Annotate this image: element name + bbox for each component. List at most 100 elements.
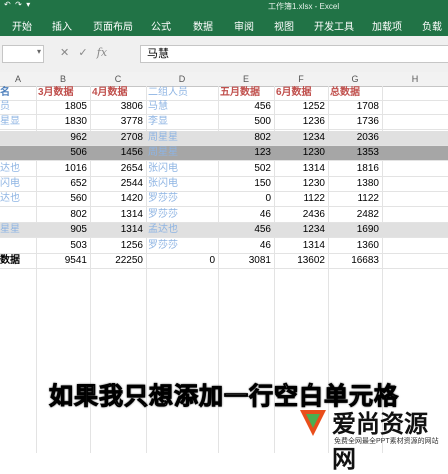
table-cell[interactable]: 500 (218, 115, 274, 129)
table-cell[interactable]: 0 (218, 192, 274, 206)
header-cell[interactable]: 6月数据 (276, 86, 328, 100)
total-cell[interactable]: 9541 (36, 254, 90, 268)
table-cell[interactable]: 周星星 (148, 131, 218, 145)
table-cell[interactable]: 1234 (274, 131, 328, 145)
tab-review[interactable]: 审阅 (234, 18, 254, 33)
table-cell[interactable]: 962 (36, 131, 90, 145)
table-cell[interactable]: 1690 (328, 223, 382, 237)
table-cell[interactable]: 2482 (328, 208, 382, 222)
table-cell[interactable]: 1230 (274, 146, 328, 160)
cancel-icon[interactable]: ✕ (60, 47, 69, 59)
table-cell[interactable]: 1456 (90, 146, 146, 160)
table-cell[interactable] (0, 208, 36, 222)
header-cell[interactable]: 二组人员 (148, 86, 218, 100)
header-cell[interactable]: 五月数据 (220, 86, 274, 100)
table-cell[interactable]: 1122 (274, 192, 328, 206)
table-cell[interactable]: 46 (218, 239, 274, 253)
total-cell[interactable]: 13602 (274, 254, 328, 268)
col-header-g[interactable]: G (328, 72, 383, 87)
table-row[interactable]: 达也 560 1420 罗莎莎 0 1122 1122 (0, 192, 448, 208)
table-cell[interactable]: 1314 (90, 223, 146, 237)
table-cell[interactable]: 1360 (328, 239, 382, 253)
table-cell[interactable]: 3806 (90, 100, 146, 114)
table-cell[interactable]: 2036 (328, 131, 382, 145)
table-row[interactable]: 506 1456 周星星 123 1230 1353 (0, 146, 448, 162)
table-cell[interactable]: 1314 (274, 162, 328, 176)
tab-insert[interactable]: 插入 (52, 18, 72, 33)
table-cell[interactable]: 905 (36, 223, 90, 237)
tab-formulas[interactable]: 公式 (151, 18, 171, 33)
table-cell[interactable] (0, 131, 36, 145)
table-cell[interactable]: 1256 (90, 239, 146, 253)
table-row[interactable]: 802 1314 罗莎莎 46 2436 2482 (0, 208, 448, 223)
tab-home[interactable]: 开始 (12, 18, 32, 33)
name-box[interactable]: ▾ (2, 45, 44, 63)
table-cell[interactable]: 员 (0, 100, 36, 114)
table-cell[interactable]: 1314 (274, 239, 328, 253)
table-cell[interactable]: 星星 (0, 223, 36, 237)
table-cell[interactable]: 1234 (274, 223, 328, 237)
fx-icon[interactable]: fx (97, 46, 107, 59)
table-cell[interactable] (0, 146, 36, 160)
table-row[interactable]: 星星 905 1314 孟达也 456 1234 1690 (0, 223, 448, 239)
table-cell[interactable]: 1380 (328, 177, 382, 191)
total-cell[interactable]: 3081 (218, 254, 274, 268)
tab-data[interactable]: 数据 (193, 18, 213, 33)
table-cell[interactable]: 张闪电 (148, 162, 218, 176)
table-row[interactable]: 员 1805 3806 马慧 456 1252 1708 (0, 100, 448, 115)
formula-input[interactable]: 马慧 (140, 45, 448, 63)
table-row[interactable]: 达也 1016 2654 张闪电 502 1314 1816 (0, 162, 448, 177)
table-cell[interactable]: 560 (36, 192, 90, 206)
table-cell[interactable]: 罗莎莎 (148, 239, 218, 253)
table-cell[interactable]: 503 (36, 239, 90, 253)
table-row[interactable]: 闪电 652 2544 张闪电 150 1230 1380 (0, 177, 448, 192)
table-cell[interactable]: 506 (36, 146, 90, 160)
table-cell[interactable]: 1122 (328, 192, 382, 206)
table-cell[interactable]: 456 (218, 100, 274, 114)
table-cell[interactable]: 802 (218, 131, 274, 145)
table-cell[interactable]: 46 (218, 208, 274, 222)
table-cell[interactable]: 1708 (328, 100, 382, 114)
table-cell[interactable]: 达也 (0, 162, 36, 176)
table-cell[interactable]: 502 (218, 162, 274, 176)
table-row[interactable]: 星显 1830 3778 李显 500 1236 1736 (0, 115, 448, 131)
table-cell[interactable]: 星显 (0, 115, 36, 129)
table-row[interactable]: 962 2708 周星星 802 1234 2036 (0, 130, 448, 146)
table-cell[interactable]: 闪电 (0, 177, 36, 191)
table-cell[interactable]: 652 (36, 177, 90, 191)
table-cell[interactable]: 罗莎莎 (148, 192, 218, 206)
col-header-b[interactable]: B (36, 72, 91, 87)
table-cell[interactable]: 2544 (90, 177, 146, 191)
header-cell[interactable]: 总数据 (330, 86, 382, 100)
table-cell[interactable]: 孟达也 (148, 223, 218, 237)
table-cell[interactable]: 李显 (148, 115, 218, 129)
table-cell[interactable]: 达也 (0, 192, 36, 206)
table-cell[interactable]: 802 (36, 208, 90, 222)
table-cell[interactable]: 1236 (274, 115, 328, 129)
col-header-a[interactable]: A (0, 72, 37, 87)
header-cell-a[interactable]: 名 (0, 86, 36, 100)
header-cell[interactable]: 3月数据 (38, 86, 90, 100)
table-cell[interactable]: 2708 (90, 131, 146, 145)
total-cell[interactable]: 0 (146, 254, 218, 268)
col-header-d[interactable]: D (146, 72, 219, 87)
table-cell[interactable]: 1805 (36, 100, 90, 114)
table-cell[interactable]: 456 (218, 223, 274, 237)
header-cell[interactable]: 4月数据 (92, 86, 146, 100)
table-cell[interactable]: 150 (218, 177, 274, 191)
table-cell[interactable]: 1314 (90, 208, 146, 222)
tab-addins[interactable]: 加载项 (372, 18, 402, 33)
col-header-f[interactable]: F (274, 72, 329, 87)
col-header-e[interactable]: E (218, 72, 275, 87)
table-cell[interactable]: 周星星 (148, 146, 218, 160)
table-cell[interactable]: 罗莎莎 (148, 208, 218, 222)
table-row[interactable]: 503 1256 罗莎莎 46 1314 1360 (0, 239, 448, 254)
col-header-c[interactable]: C (90, 72, 147, 87)
table-cell[interactable]: 1830 (36, 115, 90, 129)
total-cell[interactable]: 16683 (328, 254, 382, 268)
table-cell[interactable]: 1353 (328, 146, 382, 160)
table-cell[interactable]: 2654 (90, 162, 146, 176)
table-cell[interactable]: 1420 (90, 192, 146, 206)
confirm-icon[interactable]: ✓ (78, 47, 87, 59)
quick-access-toolbar[interactable]: ↶ ↷ ▾ (4, 0, 30, 9)
